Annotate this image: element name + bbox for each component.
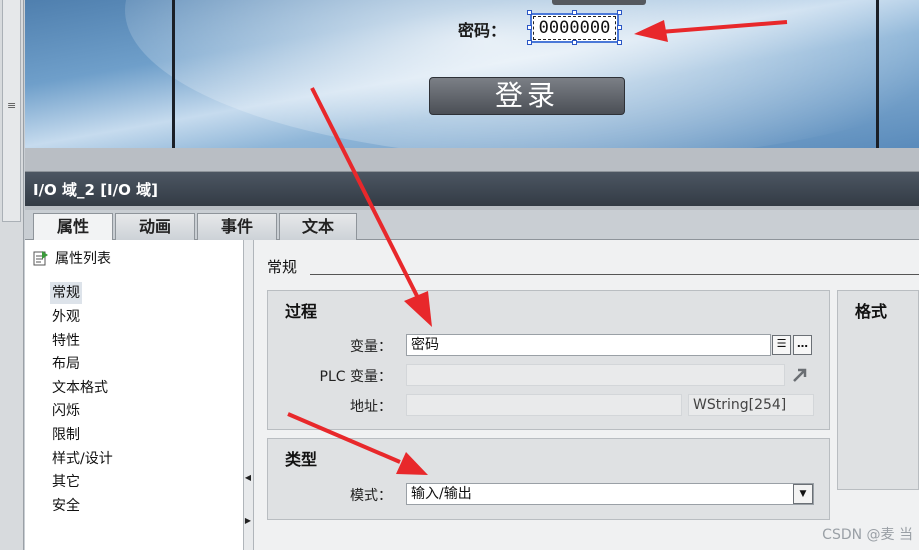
tab-events[interactable]: 事件 (197, 213, 277, 240)
password-label: 密码： (458, 21, 507, 40)
password-io-field[interactable]: 0000000 (530, 13, 619, 43)
variable-label: 变量： (350, 339, 392, 355)
address-field (406, 394, 682, 416)
inspector-content: 属性列表 常规 外观 特性 布局 文本格式 闪烁 限制 样式/设计 其它 安全 … (25, 240, 919, 550)
inspector-title-bar: I/O 域_2 [I/O 域] (25, 172, 919, 206)
tab-properties[interactable]: 属性 (33, 213, 113, 241)
screen-footer-strip (25, 148, 919, 172)
list-splitter[interactable] (244, 240, 254, 550)
selection-handle[interactable] (572, 40, 577, 45)
process-group: 过程 变量： 密码 ☰ … PLC 变量： 地址： WString[254] (267, 290, 830, 430)
list-item-layout[interactable]: 布局 (50, 353, 82, 375)
collapse-left-icon[interactable]: ◀ (244, 471, 252, 485)
tab-texts[interactable]: 文本 (279, 213, 357, 240)
data-type-display: WString[254] (688, 394, 814, 416)
list-item-miscellaneous[interactable]: 其它 (50, 471, 82, 493)
screen-divider-right (876, 0, 879, 148)
variable-browse-button[interactable]: … (793, 335, 812, 355)
plc-variable-label: PLC 变量： (319, 369, 392, 385)
left-gutter: ≡ (0, 0, 24, 550)
mode-label: 模式： (350, 488, 392, 504)
panel-resize-handle[interactable]: ≡ (2, 0, 21, 222)
list-item-appearance[interactable]: 外观 (50, 306, 82, 328)
selection-handle[interactable] (527, 10, 532, 15)
tab-animations[interactable]: 动画 (115, 213, 195, 240)
list-item-styles[interactable]: 样式/设计 (50, 448, 115, 470)
upper-button-edge (552, 0, 646, 5)
selection-handle[interactable] (527, 25, 532, 30)
section-divider (310, 274, 919, 275)
property-list-title: 属性列表 (55, 251, 111, 267)
list-item-general[interactable]: 常规 (50, 282, 82, 304)
property-list-panel: 属性列表 常规 外观 特性 布局 文本格式 闪烁 限制 样式/设计 其它 安全 (25, 240, 244, 550)
selection-handle[interactable] (617, 10, 622, 15)
selection-handle[interactable] (617, 40, 622, 45)
variable-list-icon[interactable]: ☰ (772, 335, 791, 355)
address-label: 地址： (350, 399, 392, 415)
section-title-general: 常规 (267, 258, 298, 276)
mode-select[interactable]: 输入/输出 (406, 483, 814, 505)
property-list-header: 属性列表 (33, 248, 111, 268)
list-item-security[interactable]: 安全 (50, 495, 82, 517)
variable-field[interactable]: 密码 (406, 334, 771, 356)
type-group: 类型 模式： 输入/输出 ▼ (267, 438, 830, 520)
expand-right-icon[interactable]: ▶ (244, 514, 252, 528)
screen-divider-left (172, 0, 175, 148)
plc-variable-field (406, 364, 785, 386)
selection-handle[interactable] (617, 25, 622, 30)
list-item-limits[interactable]: 限制 (50, 424, 82, 446)
chevron-down-icon[interactable]: ▼ (793, 484, 813, 504)
selection-handle[interactable] (527, 40, 532, 45)
inspector-tabs: 属性 动画 事件 文本 (25, 210, 919, 241)
selection-handle[interactable] (572, 10, 577, 15)
go-to-arrow-icon[interactable] (790, 365, 810, 385)
inspector-title: I/O 域_2 [I/O 域] (33, 181, 158, 199)
screen-background-swoosh (125, 0, 919, 148)
watermark: CSDN @麦 当 (822, 527, 913, 543)
process-group-title: 过程 (285, 302, 318, 321)
list-item-text-format[interactable]: 文本格式 (50, 377, 110, 399)
property-list-icon (33, 251, 48, 266)
format-group: 格式 (837, 290, 919, 490)
type-group-title: 类型 (285, 450, 318, 469)
list-item-flashing[interactable]: 闪烁 (50, 400, 82, 422)
login-button[interactable]: 登录 (429, 77, 625, 115)
list-item-characteristics[interactable]: 特性 (50, 330, 82, 352)
format-group-title: 格式 (855, 302, 888, 321)
grip-icon: ≡ (7, 99, 17, 112)
